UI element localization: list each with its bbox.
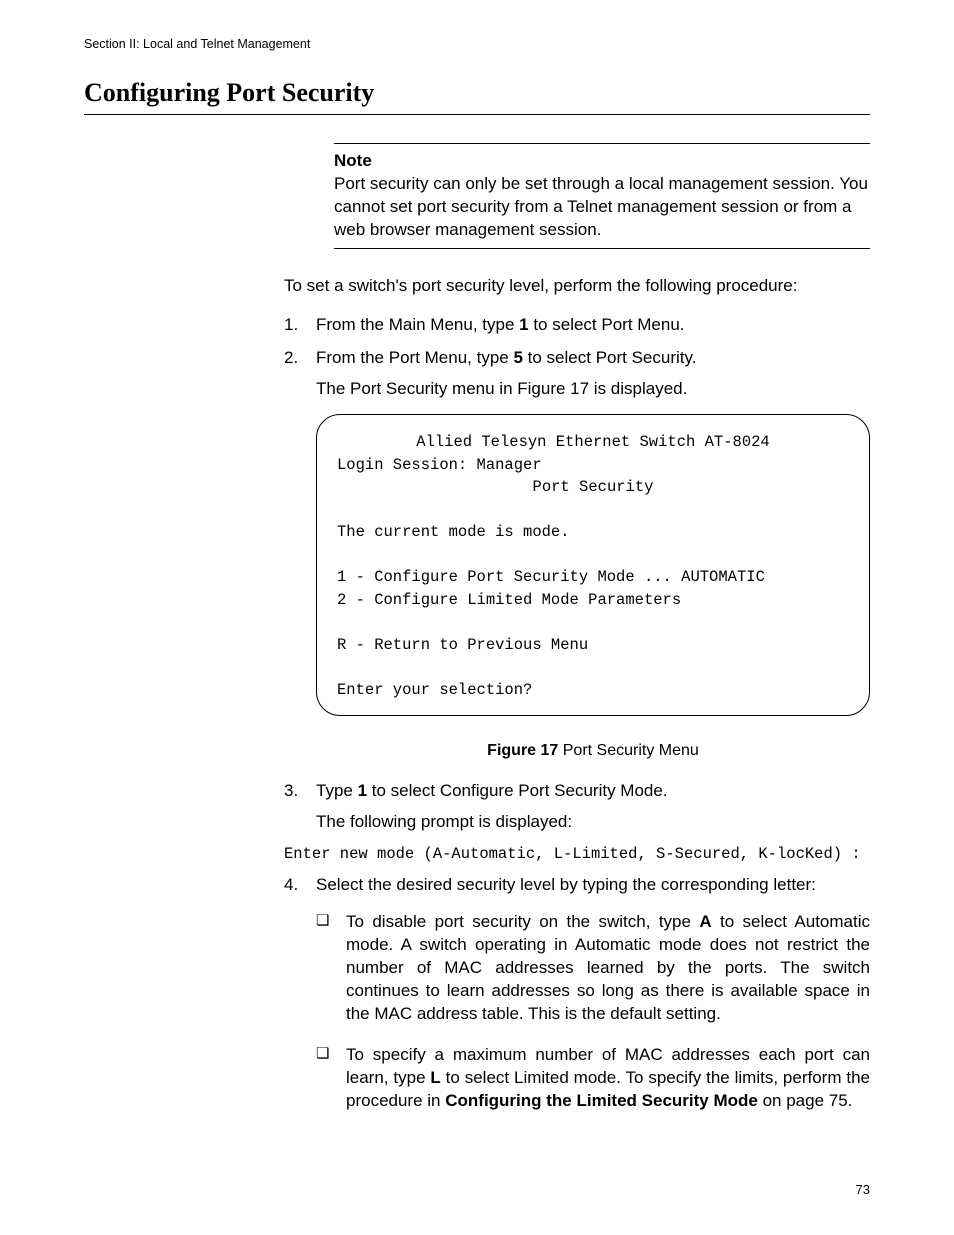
terminal-option-1: 1 - Configure Port Security Mode ... AUT…: [337, 568, 765, 586]
terminal-option-r: R - Return to Previous Menu: [337, 636, 588, 654]
figure-caption-text: Port Security Menu: [558, 742, 699, 759]
bullet-2-e: on page 75.: [758, 1091, 853, 1110]
figure-caption: Figure 17 Port Security Menu: [316, 740, 870, 762]
step-1-text-c: to select Port Menu.: [529, 315, 685, 334]
bullet-limited: To specify a maximum number of MAC addre…: [316, 1044, 870, 1113]
terminal-subtitle: Port Security: [337, 476, 849, 498]
step-3-text-a: Type: [316, 781, 358, 800]
step-2-key: 5: [513, 348, 522, 367]
step-3-continue: The following prompt is displayed:: [316, 811, 870, 834]
bullet-2-key: L: [430, 1068, 440, 1087]
step-1: From the Main Menu, type 1 to select Por…: [284, 314, 870, 337]
note-body: Port security can only be set through a …: [334, 173, 870, 249]
step-2: From the Port Menu, type 5 to select Por…: [284, 347, 870, 762]
step-2-continue: The Port Security menu in Figure 17 is d…: [316, 378, 870, 401]
intro-paragraph: To set a switch's port security level, p…: [284, 275, 870, 298]
terminal-prompt: Enter your selection?: [337, 681, 532, 699]
step-3-text-c: to select Configure Port Security Mode.: [367, 781, 667, 800]
step-4-text: Select the desired security level by typ…: [316, 875, 816, 894]
terminal-screen: Allied Telesyn Ethernet Switch AT-8024 Lo…: [316, 414, 870, 716]
section-title: Configuring Port Security: [84, 75, 870, 115]
note-heading: Note: [334, 150, 870, 173]
step-3-key: 1: [358, 781, 367, 800]
page-number: 73: [856, 1181, 870, 1199]
bullet-1-a: To disable port security on the switch, …: [346, 912, 699, 931]
step-3: Type 1 to select Configure Port Security…: [284, 780, 870, 834]
note-block: Note Port security can only be set throu…: [334, 143, 870, 249]
figure-label: Figure 17: [487, 742, 558, 759]
code-prompt: Enter new mode (A-Automatic, L-Limited, …: [284, 844, 870, 865]
terminal-login: Login Session: Manager: [337, 456, 542, 474]
bullet-2-xref: Configuring the Limited Security Mode: [445, 1091, 758, 1110]
step-2-text-a: From the Port Menu, type: [316, 348, 513, 367]
running-header: Section II: Local and Telnet Management: [84, 36, 870, 53]
step-4: Select the desired security level by typ…: [284, 874, 870, 1112]
bullet-1-key: A: [699, 912, 711, 931]
step-2-text-c: to select Port Security.: [523, 348, 697, 367]
terminal-title: Allied Telesyn Ethernet Switch AT-8024: [337, 431, 849, 453]
terminal-status: The current mode is mode.: [337, 523, 570, 541]
step-1-text-a: From the Main Menu, type: [316, 315, 519, 334]
terminal-option-2: 2 - Configure Limited Mode Parameters: [337, 591, 681, 609]
bullet-automatic: To disable port security on the switch, …: [316, 911, 870, 1026]
step-1-key: 1: [519, 315, 528, 334]
